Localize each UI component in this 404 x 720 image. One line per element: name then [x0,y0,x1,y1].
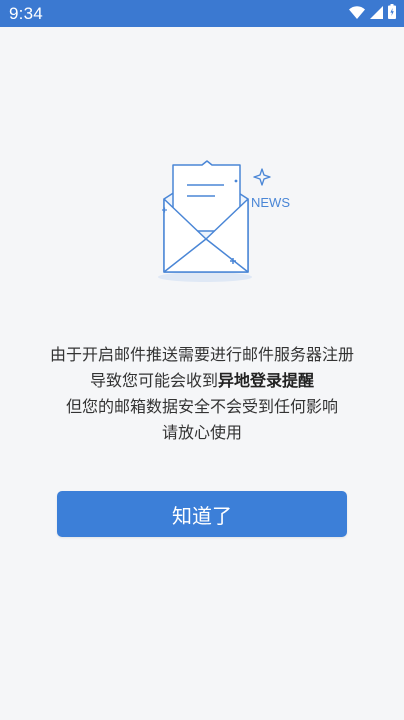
status-time: 9:34 [9,3,43,23]
status-icons [349,4,396,23]
envelope-shadow [158,272,252,282]
got-it-button[interactable]: 知道了 [57,491,347,537]
sparkle-icon [253,168,271,186]
message-line-2-prefix: 导致您可能会收到 [89,371,218,390]
envelope-news-illustration: NEWS [158,160,290,282]
status-bar: 9:34 [0,0,404,27]
message-line-4: 请放心使用 [161,423,242,442]
wifi-icon [349,4,365,23]
message-line-3: 但您的邮箱数据安全不会受到任何影响 [65,397,338,416]
message-line-2: 导致您可能会收到异地登录提醒 [0,368,404,394]
message-line-1: 由于开启邮件推送需要进行邮件服务器注册 [49,345,354,364]
news-label: NEWS [251,195,290,210]
cellular-signal-icon [370,4,383,23]
dot-icon [234,179,238,183]
notice-message: 由于开启邮件推送需要进行邮件服务器注册 导致您可能会收到异地登录提醒 但您的邮箱… [0,342,404,446]
main-content: NEWS 由于开启邮件推送需要进行邮件服务器注册 导致您可能会收到异地登录提醒 … [0,27,404,720]
battery-icon [388,4,396,23]
message-line-2-bold: 异地登录提醒 [218,371,315,390]
